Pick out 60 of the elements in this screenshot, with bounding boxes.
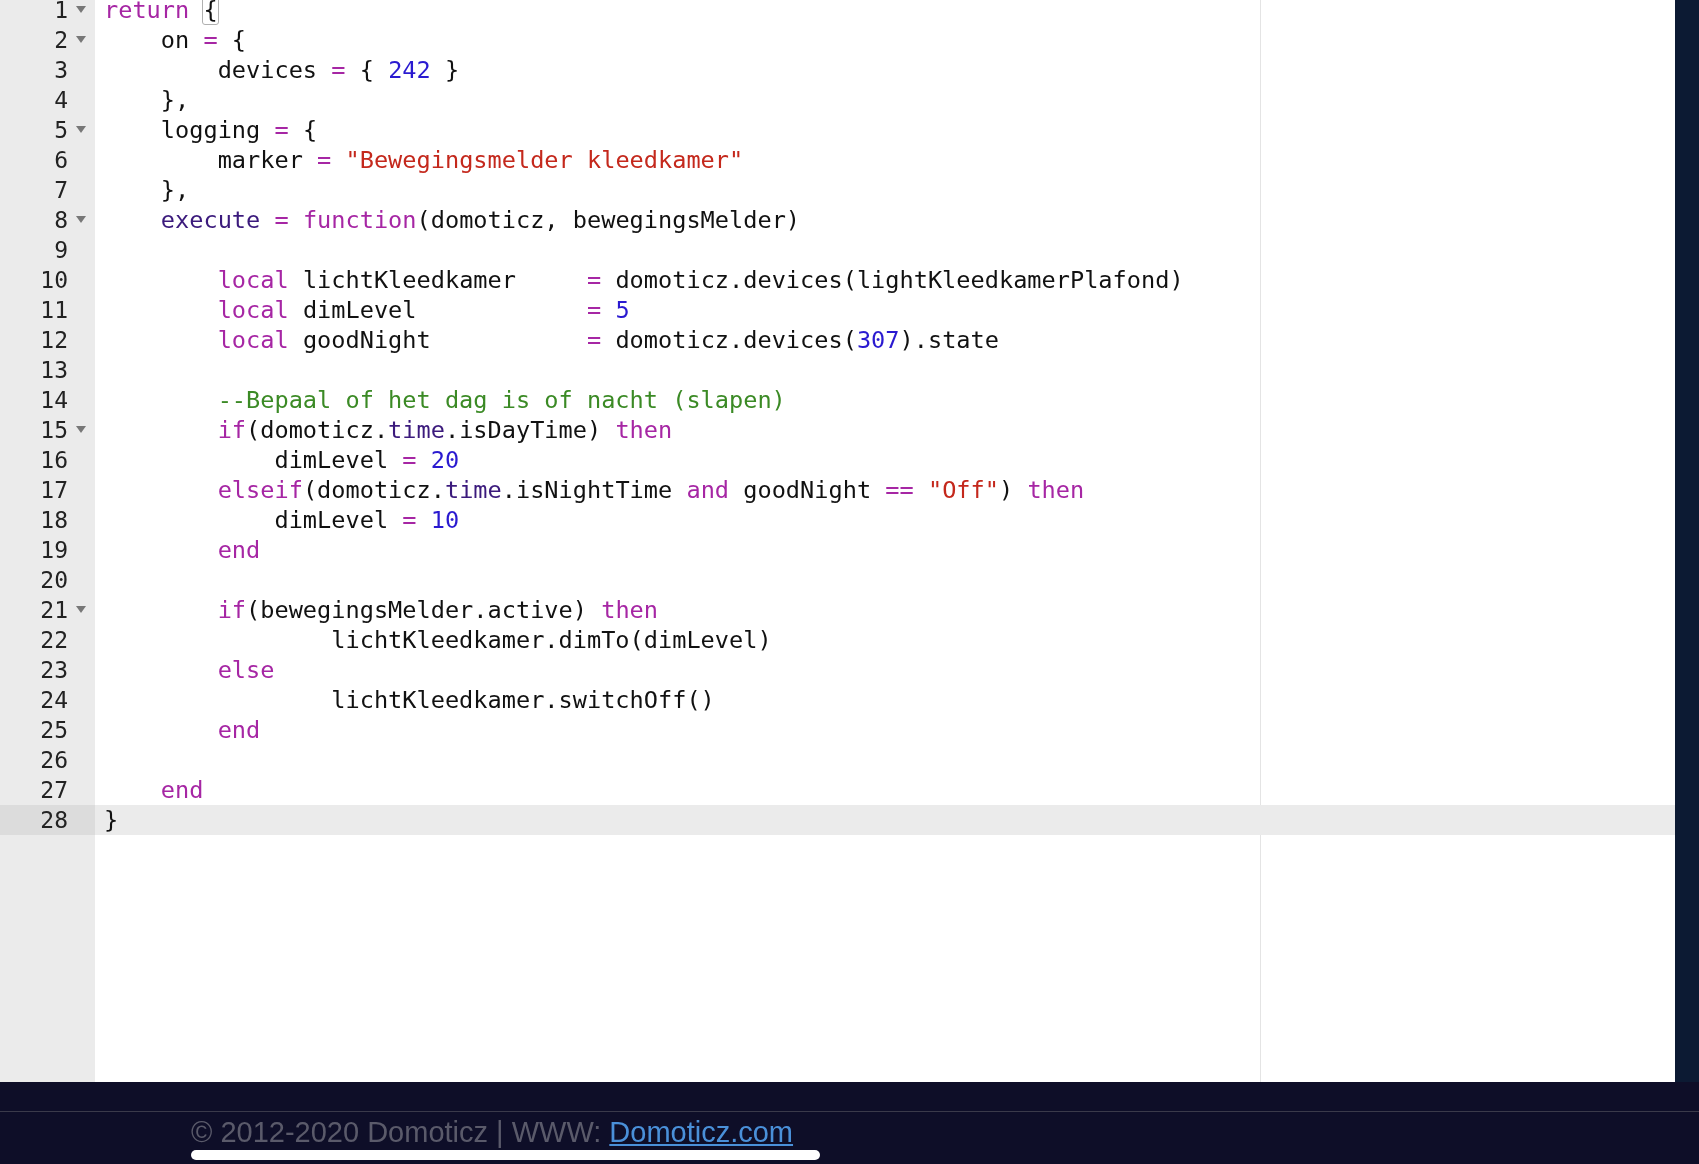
fold-arrow-icon[interactable]: [76, 606, 86, 613]
line-number: 16: [40, 445, 68, 475]
line-number: 1: [54, 0, 68, 25]
code-line: end: [159, 775, 204, 805]
code-line: dimLevel = 20: [273, 445, 460, 475]
line-number: 5: [54, 115, 68, 145]
code-line: dimLevel = 10: [273, 505, 460, 535]
code-line: local dimLevel = 5: [216, 295, 630, 325]
line-number: 2: [54, 25, 68, 55]
code-line: local goodNight = domoticz.devices(307).state: [216, 325, 999, 355]
line-number: 11: [40, 295, 68, 325]
line-number: 26: [40, 745, 68, 775]
code-line: execute = function(domoticz, bewegingsMelder): [159, 205, 801, 235]
line-number: 10: [40, 265, 68, 295]
fold-arrow-icon[interactable]: [76, 6, 86, 13]
code-line: lichtKleedkamer.dimTo(dimLevel): [330, 625, 772, 655]
fold-arrow-icon[interactable]: [76, 126, 86, 133]
line-number: 20: [40, 565, 68, 595]
line-number: 13: [40, 355, 68, 385]
line-number: 12: [40, 325, 68, 355]
line-number: 17: [40, 475, 68, 505]
line-number: 24: [40, 685, 68, 715]
code-line: return {: [103, 0, 218, 25]
line-number: 3: [54, 55, 68, 85]
fold-arrow-icon[interactable]: [76, 216, 86, 223]
code-line: else: [216, 655, 275, 685]
fold-arrow-icon[interactable]: [76, 36, 86, 43]
code-line: logging = {: [159, 115, 318, 145]
code-line: },: [159, 175, 190, 205]
code-line: local lichtKleedkamer = domoticz.devices(lightKleedkamerPlafond): [216, 265, 1184, 295]
domoticz-link[interactable]: Domoticz.com: [609, 1116, 794, 1148]
line-number: 6: [54, 145, 68, 175]
line-number: 7: [54, 175, 68, 205]
line-number: 18: [40, 505, 68, 535]
line-number: 8: [54, 205, 68, 235]
line-number: 15: [40, 415, 68, 445]
line-number: 22: [40, 625, 68, 655]
line-number: 23: [40, 655, 68, 685]
code-line: elseif(domoticz.time.isNightTime and goodNight == "Off") then: [216, 475, 1085, 505]
code-line: lichtKleedkamer.switchOff(): [330, 685, 715, 715]
code-line: end: [216, 715, 261, 745]
line-number: 28: [40, 805, 68, 835]
code-line: on = {: [159, 25, 247, 55]
line-number: 19: [40, 535, 68, 565]
code-line: --Bepaal of het dag is of nacht (slapen): [216, 385, 786, 415]
code-line: devices = { 242 }: [216, 55, 460, 85]
code-line: if(bewegingsMelder.active) then: [216, 595, 658, 625]
line-number: 27: [40, 775, 68, 805]
code-line: end: [216, 535, 261, 565]
line-number: 9: [54, 235, 68, 265]
line-number: 21: [40, 595, 68, 625]
line-number: 14: [40, 385, 68, 415]
code-line: marker = "Bewegingsmelder kleedkamer": [216, 145, 744, 175]
code-line: },: [159, 85, 190, 115]
code-line: if(domoticz.time.isDayTime) then: [216, 415, 673, 445]
code-line: }: [103, 805, 119, 835]
line-number: 4: [54, 85, 68, 115]
line-number: 25: [40, 715, 68, 745]
fold-arrow-icon[interactable]: [76, 426, 86, 433]
copyright-text: © 2012-2020 Domoticz | WWW:: [191, 1116, 602, 1148]
